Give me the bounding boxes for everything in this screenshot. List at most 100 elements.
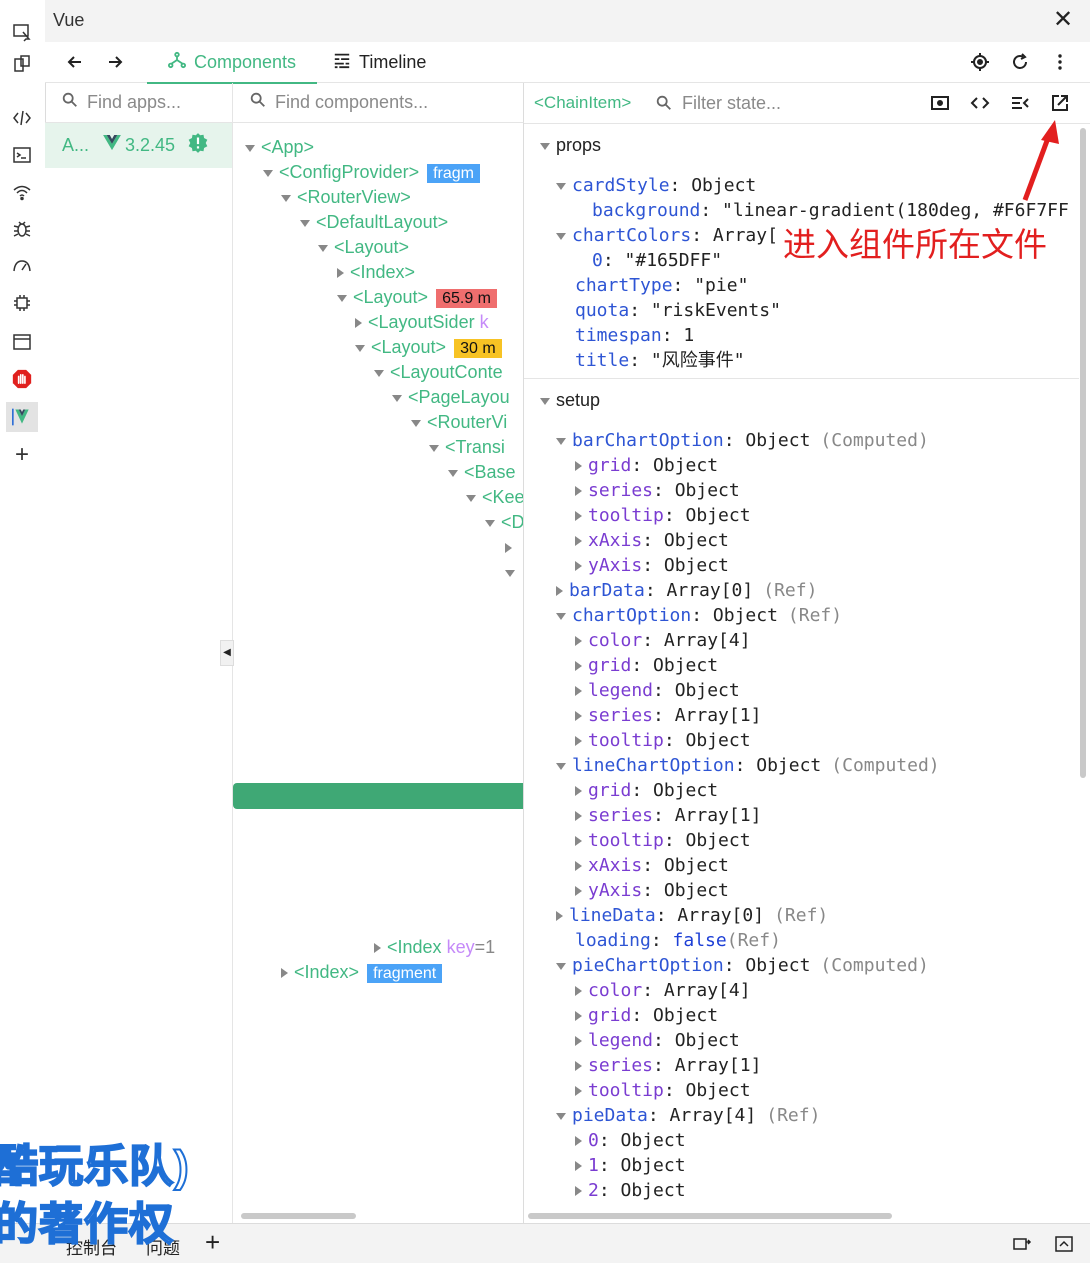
- setup-row[interactable]: color: Array[4]: [575, 628, 751, 653]
- prop-row[interactable]: chartColors: Array[: [556, 223, 778, 248]
- performance-icon[interactable]: [8, 252, 36, 280]
- setup-row[interactable]: grid: Object: [575, 653, 718, 678]
- state-vertical-scrollbar[interactable]: [1080, 128, 1086, 778]
- prop-row[interactable]: quota: "riskEvents": [575, 298, 781, 323]
- dock-side-icon[interactable]: [1012, 1234, 1032, 1259]
- setup-row[interactable]: series: Array[1]: [575, 803, 761, 828]
- collapsed-caret-icon[interactable]: [575, 886, 582, 896]
- adblock-icon[interactable]: [8, 365, 36, 393]
- tab-timeline[interactable]: Timeline: [333, 42, 453, 82]
- state-horizontal-scrollbar[interactable]: [528, 1213, 892, 1219]
- setup-row[interactable]: yAxis: Object: [575, 553, 729, 578]
- setup-row[interactable]: series: Object: [575, 478, 740, 503]
- tree-node-collapsed[interactable]: [505, 535, 518, 560]
- bug-icon[interactable]: [8, 215, 36, 243]
- show-render-code-icon[interactable]: [1010, 93, 1030, 118]
- setup-row[interactable]: lineChartOption: Object (Computed): [556, 753, 940, 778]
- collapsed-caret-icon[interactable]: [575, 536, 582, 546]
- tree-node-index-key[interactable]: <Index key=1: [374, 935, 495, 960]
- application-icon[interactable]: [8, 328, 36, 356]
- tree-horizontal-scrollbar[interactable]: [241, 1213, 356, 1219]
- setup-row[interactable]: xAxis: Object: [575, 528, 729, 553]
- setup-row[interactable]: tooltip: Object: [575, 503, 751, 528]
- setup-row[interactable]: grid: Object: [575, 453, 718, 478]
- expanded-caret-icon[interactable]: [556, 437, 566, 445]
- collapsed-caret-icon[interactable]: [575, 711, 582, 721]
- setup-row[interactable]: pieChartOption: Object (Computed): [556, 953, 929, 978]
- more-menu-icon[interactable]: [1048, 50, 1072, 74]
- console-icon[interactable]: [8, 141, 36, 169]
- setup-row[interactable]: pieData: Array[4] (Ref): [556, 1103, 820, 1128]
- collapsed-caret-icon[interactable]: [575, 686, 582, 696]
- setup-row[interactable]: yAxis: Object: [575, 878, 729, 903]
- setup-row[interactable]: tooltip: Object: [575, 1078, 751, 1103]
- tree-node-default-layout[interactable]: <DefaultLayout>: [300, 210, 448, 235]
- collapsed-caret-icon[interactable]: [556, 586, 563, 596]
- setup-row[interactable]: xAxis: Object: [575, 853, 729, 878]
- collapsed-caret-icon[interactable]: [575, 661, 582, 671]
- collapsed-caret-icon[interactable]: [575, 1186, 582, 1196]
- collapsed-caret-icon[interactable]: [575, 636, 582, 646]
- tree-node-layout-inner[interactable]: <Layout> 30 m: [355, 335, 502, 360]
- setup-row[interactable]: 0: Object: [575, 1128, 686, 1153]
- tree-node-d[interactable]: <D: [485, 510, 523, 535]
- device-toolbar-icon[interactable]: [8, 50, 36, 78]
- setup-row[interactable]: 2: Object: [575, 1178, 686, 1203]
- collapsed-caret-icon[interactable]: [575, 786, 582, 796]
- setup-row[interactable]: tooltip: Object: [575, 728, 751, 753]
- setup-row[interactable]: chartOption: Object (Ref): [556, 603, 842, 628]
- tree-node-layout-sider[interactable]: <LayoutSider k: [355, 310, 489, 335]
- network-icon[interactable]: [8, 178, 36, 206]
- memory-icon[interactable]: [8, 289, 36, 317]
- close-drawer-icon[interactable]: [1054, 1234, 1074, 1259]
- tree-node-config-provider[interactable]: <ConfigProvider> fragm: [263, 160, 480, 185]
- collapsed-caret-icon[interactable]: [556, 911, 563, 921]
- collapsed-caret-icon[interactable]: [575, 1036, 582, 1046]
- tree-node-index[interactable]: <Index>: [337, 260, 415, 285]
- collapsed-caret-icon[interactable]: [575, 986, 582, 996]
- components-search[interactable]: Find components...: [233, 83, 524, 123]
- setup-row[interactable]: 1: Object: [575, 1153, 686, 1178]
- collapsed-caret-icon[interactable]: [575, 1161, 582, 1171]
- tree-node-transition[interactable]: <Transi: [429, 435, 505, 460]
- collapsed-caret-icon[interactable]: [575, 736, 582, 746]
- expanded-caret-icon[interactable]: [556, 762, 566, 770]
- setup-row[interactable]: grid: Object: [575, 1003, 718, 1028]
- setup-row[interactable]: barChartOption: Object (Computed): [556, 428, 929, 453]
- tree-node-index-last[interactable]: <Index> fragment: [281, 960, 443, 985]
- elements-icon[interactable]: [8, 104, 36, 132]
- prop-row[interactable]: cardStyle: Object: [556, 173, 756, 198]
- vue-devtools-icon[interactable]: [6, 402, 38, 432]
- collapsed-caret-icon[interactable]: [575, 861, 582, 871]
- expanded-caret-icon[interactable]: [556, 1112, 566, 1120]
- collapse-panel-handle[interactable]: ◀: [220, 640, 234, 666]
- collapsed-caret-icon[interactable]: [575, 811, 582, 821]
- tree-node-selected-highlight[interactable]: [233, 783, 523, 809]
- refresh-icon[interactable]: [1008, 50, 1032, 74]
- collapsed-caret-icon[interactable]: [575, 1061, 582, 1071]
- filter-state-input[interactable]: Filter state...: [682, 93, 781, 114]
- prop-row[interactable]: timespan: 1: [575, 323, 694, 348]
- tree-node-router-view-inner[interactable]: <RouterVi: [411, 410, 507, 435]
- tree-node-layout-content[interactable]: <LayoutConte: [374, 360, 503, 385]
- setup-row[interactable]: lineData: Array[0] (Ref): [556, 903, 828, 928]
- collapsed-caret-icon[interactable]: [575, 836, 582, 846]
- close-icon[interactable]: ✕: [1050, 8, 1076, 34]
- props-section-header[interactable]: props: [540, 135, 601, 156]
- setup-row[interactable]: series: Array[1]: [575, 703, 761, 728]
- setup-section-header[interactable]: setup: [540, 390, 600, 411]
- tree-node-expanded[interactable]: [505, 560, 521, 585]
- tree-node-app[interactable]: <App>: [245, 135, 314, 160]
- setup-row[interactable]: grid: Object: [575, 778, 718, 803]
- prop-row[interactable]: 0: "#165DFF": [592, 248, 722, 273]
- forward-arrow-icon[interactable]: [103, 50, 127, 74]
- prop-row[interactable]: chartType: "pie": [575, 273, 748, 298]
- target-select-icon[interactable]: [968, 50, 992, 74]
- tab-components[interactable]: Components: [147, 42, 317, 84]
- app-list-item[interactable]: A... 3.2.45: [45, 123, 232, 168]
- setup-row[interactable]: legend: Object: [575, 678, 740, 703]
- inspect-element-icon[interactable]: [8, 18, 36, 46]
- prop-row[interactable]: title: "风险事件": [575, 348, 745, 373]
- setup-row[interactable]: tooltip: Object: [575, 828, 751, 853]
- collapsed-caret-icon[interactable]: [575, 561, 582, 571]
